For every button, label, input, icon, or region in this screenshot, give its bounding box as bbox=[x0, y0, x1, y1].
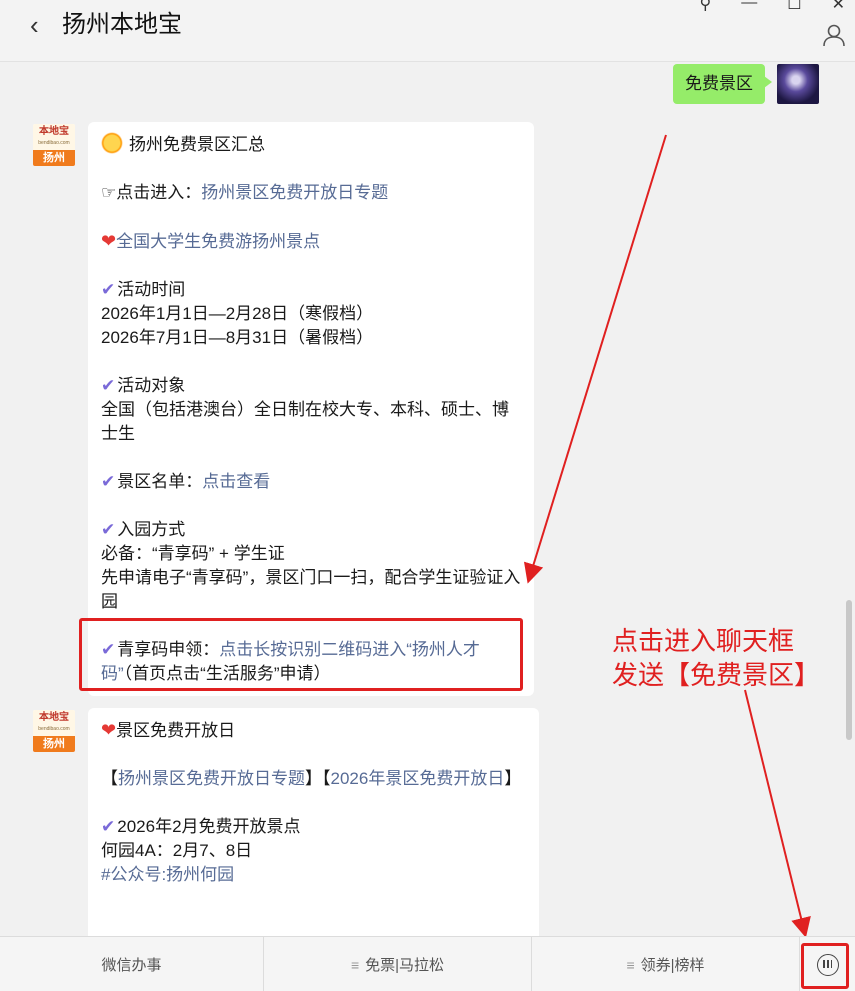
arrow-to-keyboard bbox=[744, 689, 811, 938]
menu-lines-icon: ≡ bbox=[626, 956, 635, 973]
menu-item-coupons-models[interactable]: ≡ 领券|榜样 bbox=[532, 937, 800, 991]
highlight-box-keyboard bbox=[801, 943, 849, 989]
menu-lines-icon: ≡ bbox=[350, 956, 360, 973]
annotation-text: 点击进入聊天框 发送【免费景区】 bbox=[612, 626, 821, 690]
bottom-menu: 微信办事 ≡ 免票|马拉松 ≡ 领券|榜样 bbox=[0, 936, 855, 991]
scrollbar[interactable] bbox=[846, 600, 852, 740]
menu-item-tickets-marathon[interactable]: ≡ 免票|马拉松 bbox=[264, 937, 532, 991]
arrow-to-message bbox=[523, 134, 667, 584]
menu-item-wechat-services[interactable]: 微信办事 bbox=[0, 937, 264, 991]
annotation-arrows bbox=[523, 134, 811, 938]
